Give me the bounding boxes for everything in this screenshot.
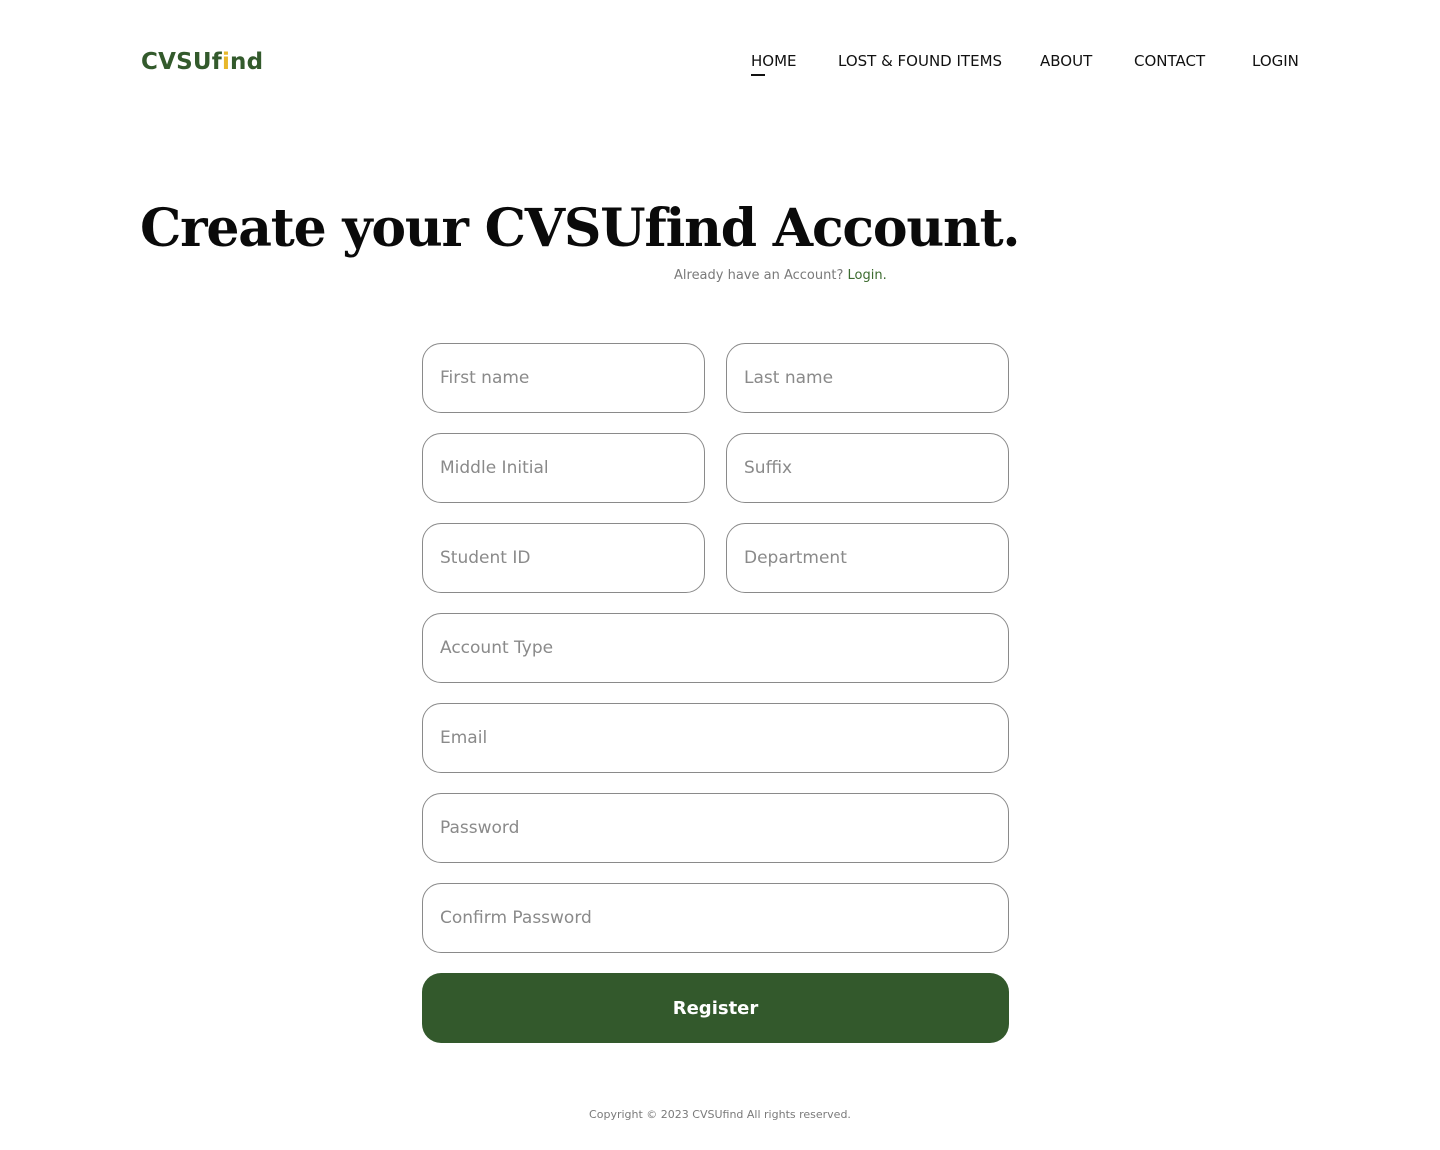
login-prompt-text: Already have an Account? bbox=[674, 268, 844, 283]
middle-initial-input[interactable] bbox=[422, 433, 705, 503]
nav-lost-found-items[interactable]: LOST & FOUND ITEMS bbox=[838, 52, 1002, 70]
first-name-input[interactable] bbox=[422, 343, 705, 413]
department-input[interactable] bbox=[726, 523, 1009, 593]
register-page: CVSUfind HOME LOST & FOUND ITEMS ABOUT C… bbox=[0, 0, 1440, 1150]
last-name-input[interactable] bbox=[726, 343, 1009, 413]
confirm-password-input[interactable] bbox=[422, 883, 1009, 953]
login-prompt: Already have an Account? Login. bbox=[674, 268, 887, 283]
logo-text-i: i bbox=[221, 49, 231, 75]
logo-text-main: CVSU bbox=[141, 49, 212, 75]
password-input[interactable] bbox=[422, 793, 1009, 863]
register-button[interactable]: Register bbox=[422, 973, 1009, 1043]
email-input[interactable] bbox=[422, 703, 1009, 773]
nav-about[interactable]: ABOUT bbox=[1040, 52, 1092, 70]
nav-home[interactable]: HOME bbox=[751, 52, 797, 76]
logo-text-nd: nd bbox=[230, 49, 264, 75]
student-id-input[interactable] bbox=[422, 523, 705, 593]
suffix-input[interactable] bbox=[726, 433, 1009, 503]
logo-text-f: f bbox=[211, 49, 222, 75]
site-logo[interactable]: CVSUfind bbox=[141, 49, 263, 75]
nav-login[interactable]: LOGIN bbox=[1252, 52, 1299, 70]
footer-copyright: Copyright © 2023 CVSUfind All rights res… bbox=[589, 1108, 851, 1121]
account-type-input[interactable] bbox=[422, 613, 1009, 683]
page-title: Create your CVSUfind Account. bbox=[140, 198, 1020, 259]
nav-contact[interactable]: CONTACT bbox=[1134, 52, 1205, 70]
login-link[interactable]: Login. bbox=[848, 268, 887, 283]
